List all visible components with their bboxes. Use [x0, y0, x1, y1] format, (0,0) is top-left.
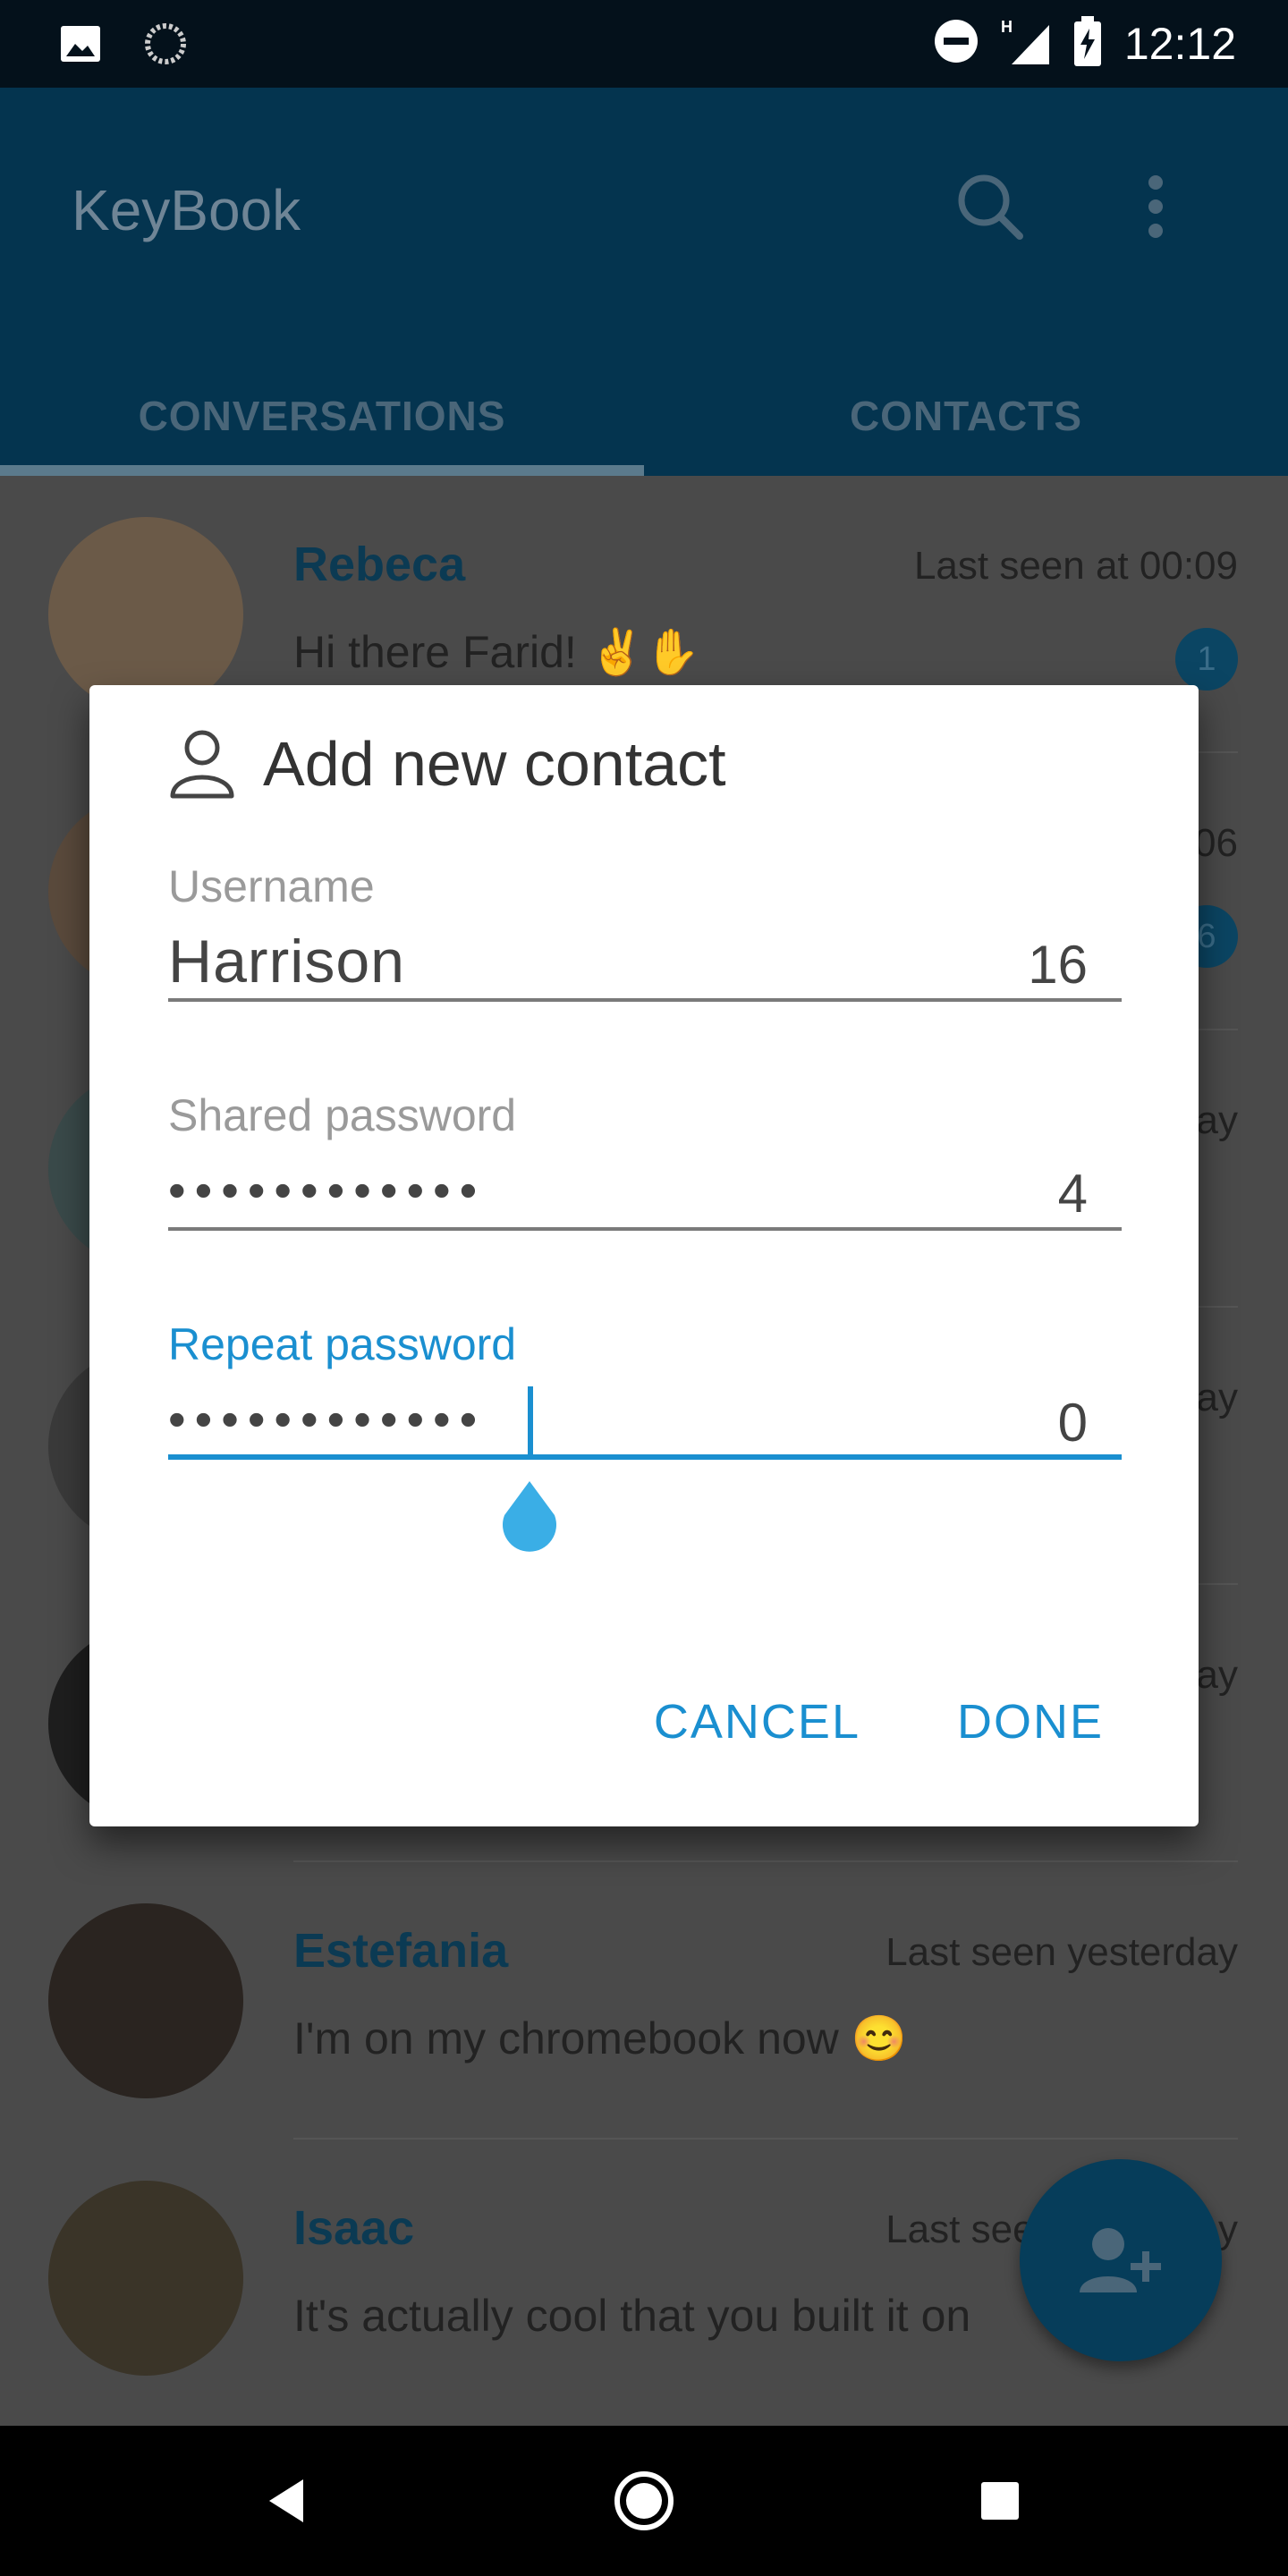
repeat-password-counter: 0 — [1057, 1393, 1088, 1453]
do-not-disturb-icon — [933, 18, 979, 69]
message-preview: I'm on my chromebook now 😊 — [293, 2013, 907, 2063]
avatar — [48, 1903, 243, 2098]
message-preview: Hi there Farid! ✌✋ — [293, 627, 701, 677]
username-value: Harrison — [168, 928, 405, 996]
dialog-actions: CANCEL DONE — [654, 1694, 1104, 1750]
caret-handle[interactable] — [497, 1481, 562, 1563]
cancel-button[interactable]: CANCEL — [654, 1694, 860, 1750]
back-icon — [269, 2479, 303, 2522]
message-preview: It's actually cool that you built it on — [293, 2291, 971, 2341]
avatar — [48, 2181, 243, 2376]
contact-name: Rebeca — [293, 538, 466, 591]
more-options-button[interactable] — [1129, 166, 1182, 247]
tab-conversations[interactable]: CONVERSATIONS — [0, 356, 644, 476]
status-bar: H 12:12 — [0, 0, 1288, 88]
repeat-password-label: Repeat password — [168, 1319, 517, 1369]
more-vert-icon — [1148, 175, 1163, 238]
last-seen: ay — [1196, 1098, 1238, 1142]
app-title: KeyBook — [72, 178, 301, 242]
shared-password-counter: 4 — [1057, 1164, 1088, 1224]
avatar — [48, 517, 243, 712]
search-button[interactable] — [950, 166, 1030, 247]
text-handle-icon — [503, 1481, 556, 1552]
last-seen: ay — [1196, 1376, 1238, 1419]
last-seen: Last seen at 00:09 — [913, 544, 1238, 588]
shared-password-value: •••••••••••• — [168, 1162, 487, 1218]
image-icon — [59, 24, 102, 68]
list-item[interactable]: Estefania Last seen yesterday I'm on my … — [0, 1862, 1288, 2140]
done-button[interactable]: DONE — [957, 1694, 1104, 1750]
signal-icon: H — [1001, 16, 1051, 71]
username-label: Username — [168, 861, 375, 911]
shared-password-label: Shared password — [168, 1090, 517, 1140]
recents-button[interactable] — [955, 2456, 1045, 2546]
shared-password-input[interactable]: •••••••••••• 4 — [168, 1148, 1122, 1231]
recents-icon — [981, 2482, 1019, 2520]
dialog-header: Add new contact — [168, 728, 726, 800]
sync-icon — [143, 21, 188, 71]
back-button[interactable] — [242, 2456, 331, 2546]
last-seen: Last seen yesterday — [886, 1930, 1238, 1974]
svg-text:H: H — [1001, 18, 1013, 36]
search-icon — [958, 174, 1023, 240]
repeat-password-input[interactable]: •••••••••••• 0 — [168, 1377, 1122, 1460]
username-field[interactable]: Username Harrison 16 — [168, 860, 1122, 1002]
person-outline-icon — [170, 730, 234, 799]
last-seen: ay — [1196, 1653, 1238, 1697]
unread-badge: 1 — [1175, 628, 1238, 691]
repeat-password-value: •••••••••••• — [168, 1391, 487, 1447]
username-counter: 16 — [1028, 935, 1088, 995]
dialog-title: Add new contact — [263, 729, 726, 799]
person-add-icon — [1080, 2228, 1161, 2292]
text-caret — [528, 1386, 533, 1458]
home-icon — [614, 2471, 674, 2530]
shared-password-field[interactable]: Shared password •••••••••••• 4 — [168, 1089, 1122, 1231]
repeat-password-field[interactable]: Repeat password •••••••••••• 0 — [168, 1318, 1122, 1460]
app-bar: KeyBook CONVERSATIONS CONTACTS — [0, 88, 1288, 476]
home-button[interactable] — [599, 2456, 689, 2546]
tab-contacts[interactable]: CONTACTS — [644, 356, 1288, 476]
navigation-bar — [0, 2426, 1288, 2576]
add-contact-dialog: Add new contact Username Harrison 16 Sha… — [89, 685, 1199, 1826]
add-contact-fab[interactable] — [1020, 2159, 1222, 2361]
battery-charging-icon — [1072, 16, 1103, 71]
tab-indicator — [0, 465, 644, 476]
contact-name: Isaac — [293, 2201, 415, 2255]
last-seen: 06 — [1194, 821, 1238, 865]
tab-bar: CONVERSATIONS CONTACTS — [0, 356, 1288, 476]
contact-name: Estefania — [293, 1924, 509, 1978]
clock: 12:12 — [1123, 18, 1236, 69]
username-input[interactable]: Harrison 16 — [168, 919, 1122, 1002]
